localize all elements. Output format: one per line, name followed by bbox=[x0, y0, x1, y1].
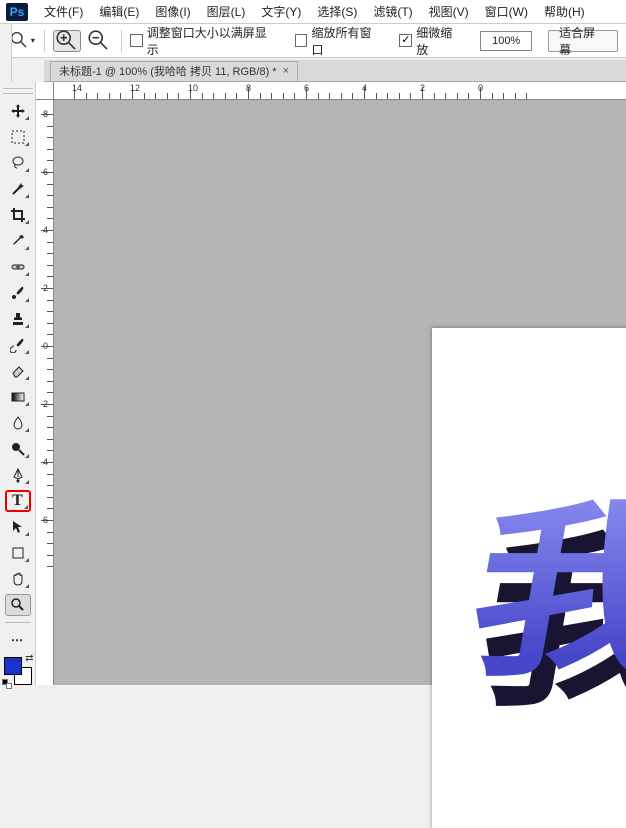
swap-colors-button[interactable]: ⇄ bbox=[25, 653, 33, 664]
dodge-tool[interactable] bbox=[5, 438, 31, 460]
shape-tool[interactable] bbox=[5, 542, 31, 564]
zoom-out-icon bbox=[86, 28, 112, 54]
fit-screen-button[interactable]: 适合屏幕 bbox=[548, 30, 618, 52]
resize-window-label: 调整窗口大小以满屏显示 bbox=[147, 24, 279, 58]
toolbox-grip[interactable] bbox=[3, 88, 33, 94]
eyedropper-tool[interactable] bbox=[5, 230, 31, 252]
tabbar-grip bbox=[0, 58, 12, 82]
tool-preset-picker[interactable]: ▾ bbox=[8, 30, 36, 52]
foreground-color-swatch[interactable] bbox=[4, 657, 22, 675]
eraser-tool[interactable] bbox=[5, 360, 31, 382]
scrubby-zoom-label: 细微缩放 bbox=[416, 24, 464, 58]
canvas-viewport[interactable]: 我 我 bbox=[54, 100, 626, 685]
options-grip bbox=[0, 24, 12, 58]
marquee-tool[interactable] bbox=[5, 126, 31, 148]
canvas-page[interactable]: 我 我 bbox=[432, 328, 626, 828]
healing-brush-tool[interactable] bbox=[5, 256, 31, 278]
crop-tool[interactable] bbox=[5, 204, 31, 226]
checkbox-icon bbox=[130, 34, 143, 47]
pen-tool[interactable] bbox=[5, 464, 31, 486]
menu-type[interactable]: 文字(Y) bbox=[253, 1, 309, 23]
zoom-in-button[interactable] bbox=[53, 30, 81, 52]
zoom-all-checkbox[interactable]: 缩放所有窗口 bbox=[295, 24, 384, 58]
app-logo: Ps bbox=[4, 2, 30, 22]
toolbox: T ⋯ ⇄ bbox=[0, 82, 36, 685]
separator bbox=[121, 30, 122, 52]
zoom-in-icon bbox=[54, 28, 80, 54]
checkbox-checked-icon bbox=[399, 34, 412, 47]
magnifier-icon bbox=[10, 597, 26, 613]
close-tab-button[interactable]: × bbox=[283, 65, 289, 77]
move-tool[interactable] bbox=[5, 100, 31, 122]
menu-select[interactable]: 选择(S) bbox=[309, 1, 365, 23]
menu-layer[interactable]: 图层(L) bbox=[199, 1, 254, 23]
hand-tool[interactable] bbox=[5, 568, 31, 590]
history-brush-tool[interactable] bbox=[5, 334, 31, 356]
menu-edit[interactable]: 编辑(E) bbox=[91, 1, 147, 23]
stamp-tool[interactable] bbox=[5, 308, 31, 330]
type-tool[interactable]: T bbox=[5, 490, 31, 512]
checkbox-icon bbox=[295, 34, 308, 47]
scrubby-zoom-checkbox[interactable]: 细微缩放 bbox=[399, 24, 464, 58]
vertical-ruler[interactable]: 86420246 bbox=[36, 100, 54, 685]
zoom-out-button[interactable] bbox=[85, 30, 113, 52]
resize-window-checkbox[interactable]: 调整窗口大小以满屏显示 bbox=[130, 24, 279, 58]
lasso-tool[interactable] bbox=[5, 152, 31, 174]
horizontal-ruler[interactable]: 14121086420 bbox=[54, 82, 626, 100]
menu-file[interactable]: 文件(F) bbox=[36, 1, 91, 23]
separator bbox=[44, 30, 45, 52]
document-area: 14121086420 86420246 我 我 bbox=[36, 82, 626, 685]
zoom-all-label: 缩放所有窗口 bbox=[311, 24, 383, 58]
brush-tool[interactable] bbox=[5, 282, 31, 304]
blur-tool[interactable] bbox=[5, 412, 31, 434]
menu-window[interactable]: 窗口(W) bbox=[477, 1, 536, 23]
magic-wand-tool[interactable] bbox=[5, 178, 31, 200]
menu-filter[interactable]: 滤镜(T) bbox=[365, 1, 420, 23]
color-swatches[interactable]: ⇄ bbox=[4, 657, 32, 685]
menu-view[interactable]: 视图(V) bbox=[421, 1, 477, 23]
zoom-percent-field[interactable]: 100% bbox=[480, 31, 532, 51]
path-select-tool[interactable] bbox=[5, 516, 31, 538]
default-colors-button[interactable] bbox=[2, 679, 12, 689]
document-tab[interactable]: 未标题-1 @ 100% (我哈哈 拷贝 11, RGB/8) * × bbox=[50, 61, 298, 81]
divider bbox=[5, 622, 31, 623]
edit-toolbar-button[interactable]: ⋯ bbox=[5, 629, 31, 651]
menu-help[interactable]: 帮助(H) bbox=[536, 1, 593, 23]
document-tab-title: 未标题-1 @ 100% (我哈哈 拷贝 11, RGB/8) * bbox=[59, 63, 277, 79]
gradient-tool[interactable] bbox=[5, 386, 31, 408]
ruler-origin[interactable] bbox=[36, 82, 54, 100]
zoom-tool[interactable] bbox=[5, 594, 31, 616]
ellipsis-icon: ⋯ bbox=[11, 633, 24, 647]
artwork-text-layer[interactable]: 我 bbox=[453, 442, 626, 712]
menu-image[interactable]: 图像(I) bbox=[147, 1, 198, 23]
type-icon: T bbox=[12, 492, 23, 510]
chevron-down-icon: ▾ bbox=[31, 36, 35, 45]
